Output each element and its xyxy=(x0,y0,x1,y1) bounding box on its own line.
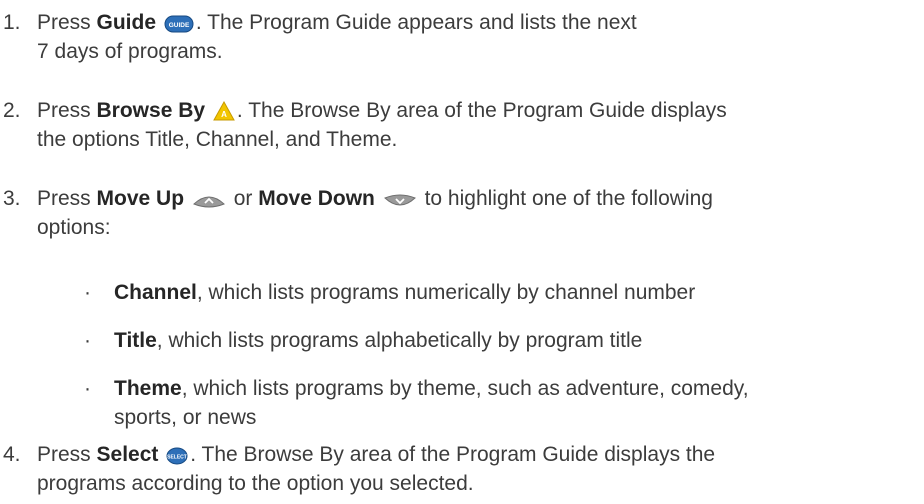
browse-by-label: Browse By xyxy=(96,99,206,122)
bullet-title-option: · Title, which lists programs alphabetic… xyxy=(84,326,904,355)
browse-icon-text: A xyxy=(221,110,227,119)
bullet-text-line2: sports, or news xyxy=(114,406,257,429)
guide-label: Guide xyxy=(96,11,157,34)
move-up-label: Move Up xyxy=(96,187,185,210)
bullet-title: Channel xyxy=(114,281,197,304)
bullet-title: Theme xyxy=(114,377,182,400)
move-down-arrow-icon xyxy=(383,194,416,206)
bullet-theme: · Theme, which lists programs by theme, … xyxy=(84,374,904,432)
step-text: to highlight one of the following xyxy=(418,187,713,210)
move-up-arrow-icon xyxy=(192,196,225,208)
select-button-icon: SELECT xyxy=(166,447,188,465)
guide-button-icon: GUIDE xyxy=(164,15,194,33)
step-number: 4. xyxy=(3,443,21,466)
step-2: 2. Press Browse By A . The Browse By are… xyxy=(3,96,918,154)
instruction-document: 1. Press Guide GUIDE . The Program Guide… xyxy=(0,0,924,504)
step-text: Press xyxy=(37,443,97,466)
step-3: 3. Press Move Up or Move Down to highlig… xyxy=(3,184,918,242)
bullet-title: Title xyxy=(114,329,157,352)
step-1: 1. Press Guide GUIDE . The Program Guide… xyxy=(3,8,918,66)
select-icon-text: SELECT xyxy=(167,455,187,461)
step-4: 4. Press Select SELECT . The Browse By a… xyxy=(3,440,918,498)
step-text: . The Program Guide appears and lists th… xyxy=(195,11,637,34)
step-number: 3. xyxy=(3,187,21,210)
bullet-text: , which lists programs alphabetically by… xyxy=(156,329,643,352)
step-number: 1. xyxy=(3,11,21,34)
bullet-text: , which lists programs by theme, such as… xyxy=(181,377,749,400)
step-text: Press xyxy=(37,99,97,122)
browse-by-a-triangle-icon: A xyxy=(213,101,235,121)
bullet-dot: · xyxy=(84,329,91,352)
bullet-dot: · xyxy=(84,281,91,304)
step-text-line2: programs according to the option you sel… xyxy=(37,472,474,495)
move-down-label: Move Down xyxy=(258,187,375,210)
guide-icon-text: GUIDE xyxy=(169,22,190,29)
step-text-line2: 7 days of programs. xyxy=(37,40,223,63)
bullet-dot: · xyxy=(84,377,91,400)
bullet-text: , which lists programs numerically by ch… xyxy=(196,281,696,304)
step-text: . The Browse By area of the Program Guid… xyxy=(236,99,727,122)
step-text-line2: the options Title, Channel, and Theme. xyxy=(37,128,398,151)
step-number: 2. xyxy=(3,99,21,122)
select-label: Select xyxy=(96,443,159,466)
step-text: . The Browse By area of the Program Guid… xyxy=(190,443,716,466)
step-text-line2: options: xyxy=(37,216,111,239)
step-text-or: or xyxy=(227,187,259,210)
step-text: Press xyxy=(37,11,97,34)
bullet-channel: · Channel, which lists programs numerica… xyxy=(84,278,904,307)
step-text: Press xyxy=(37,187,97,210)
